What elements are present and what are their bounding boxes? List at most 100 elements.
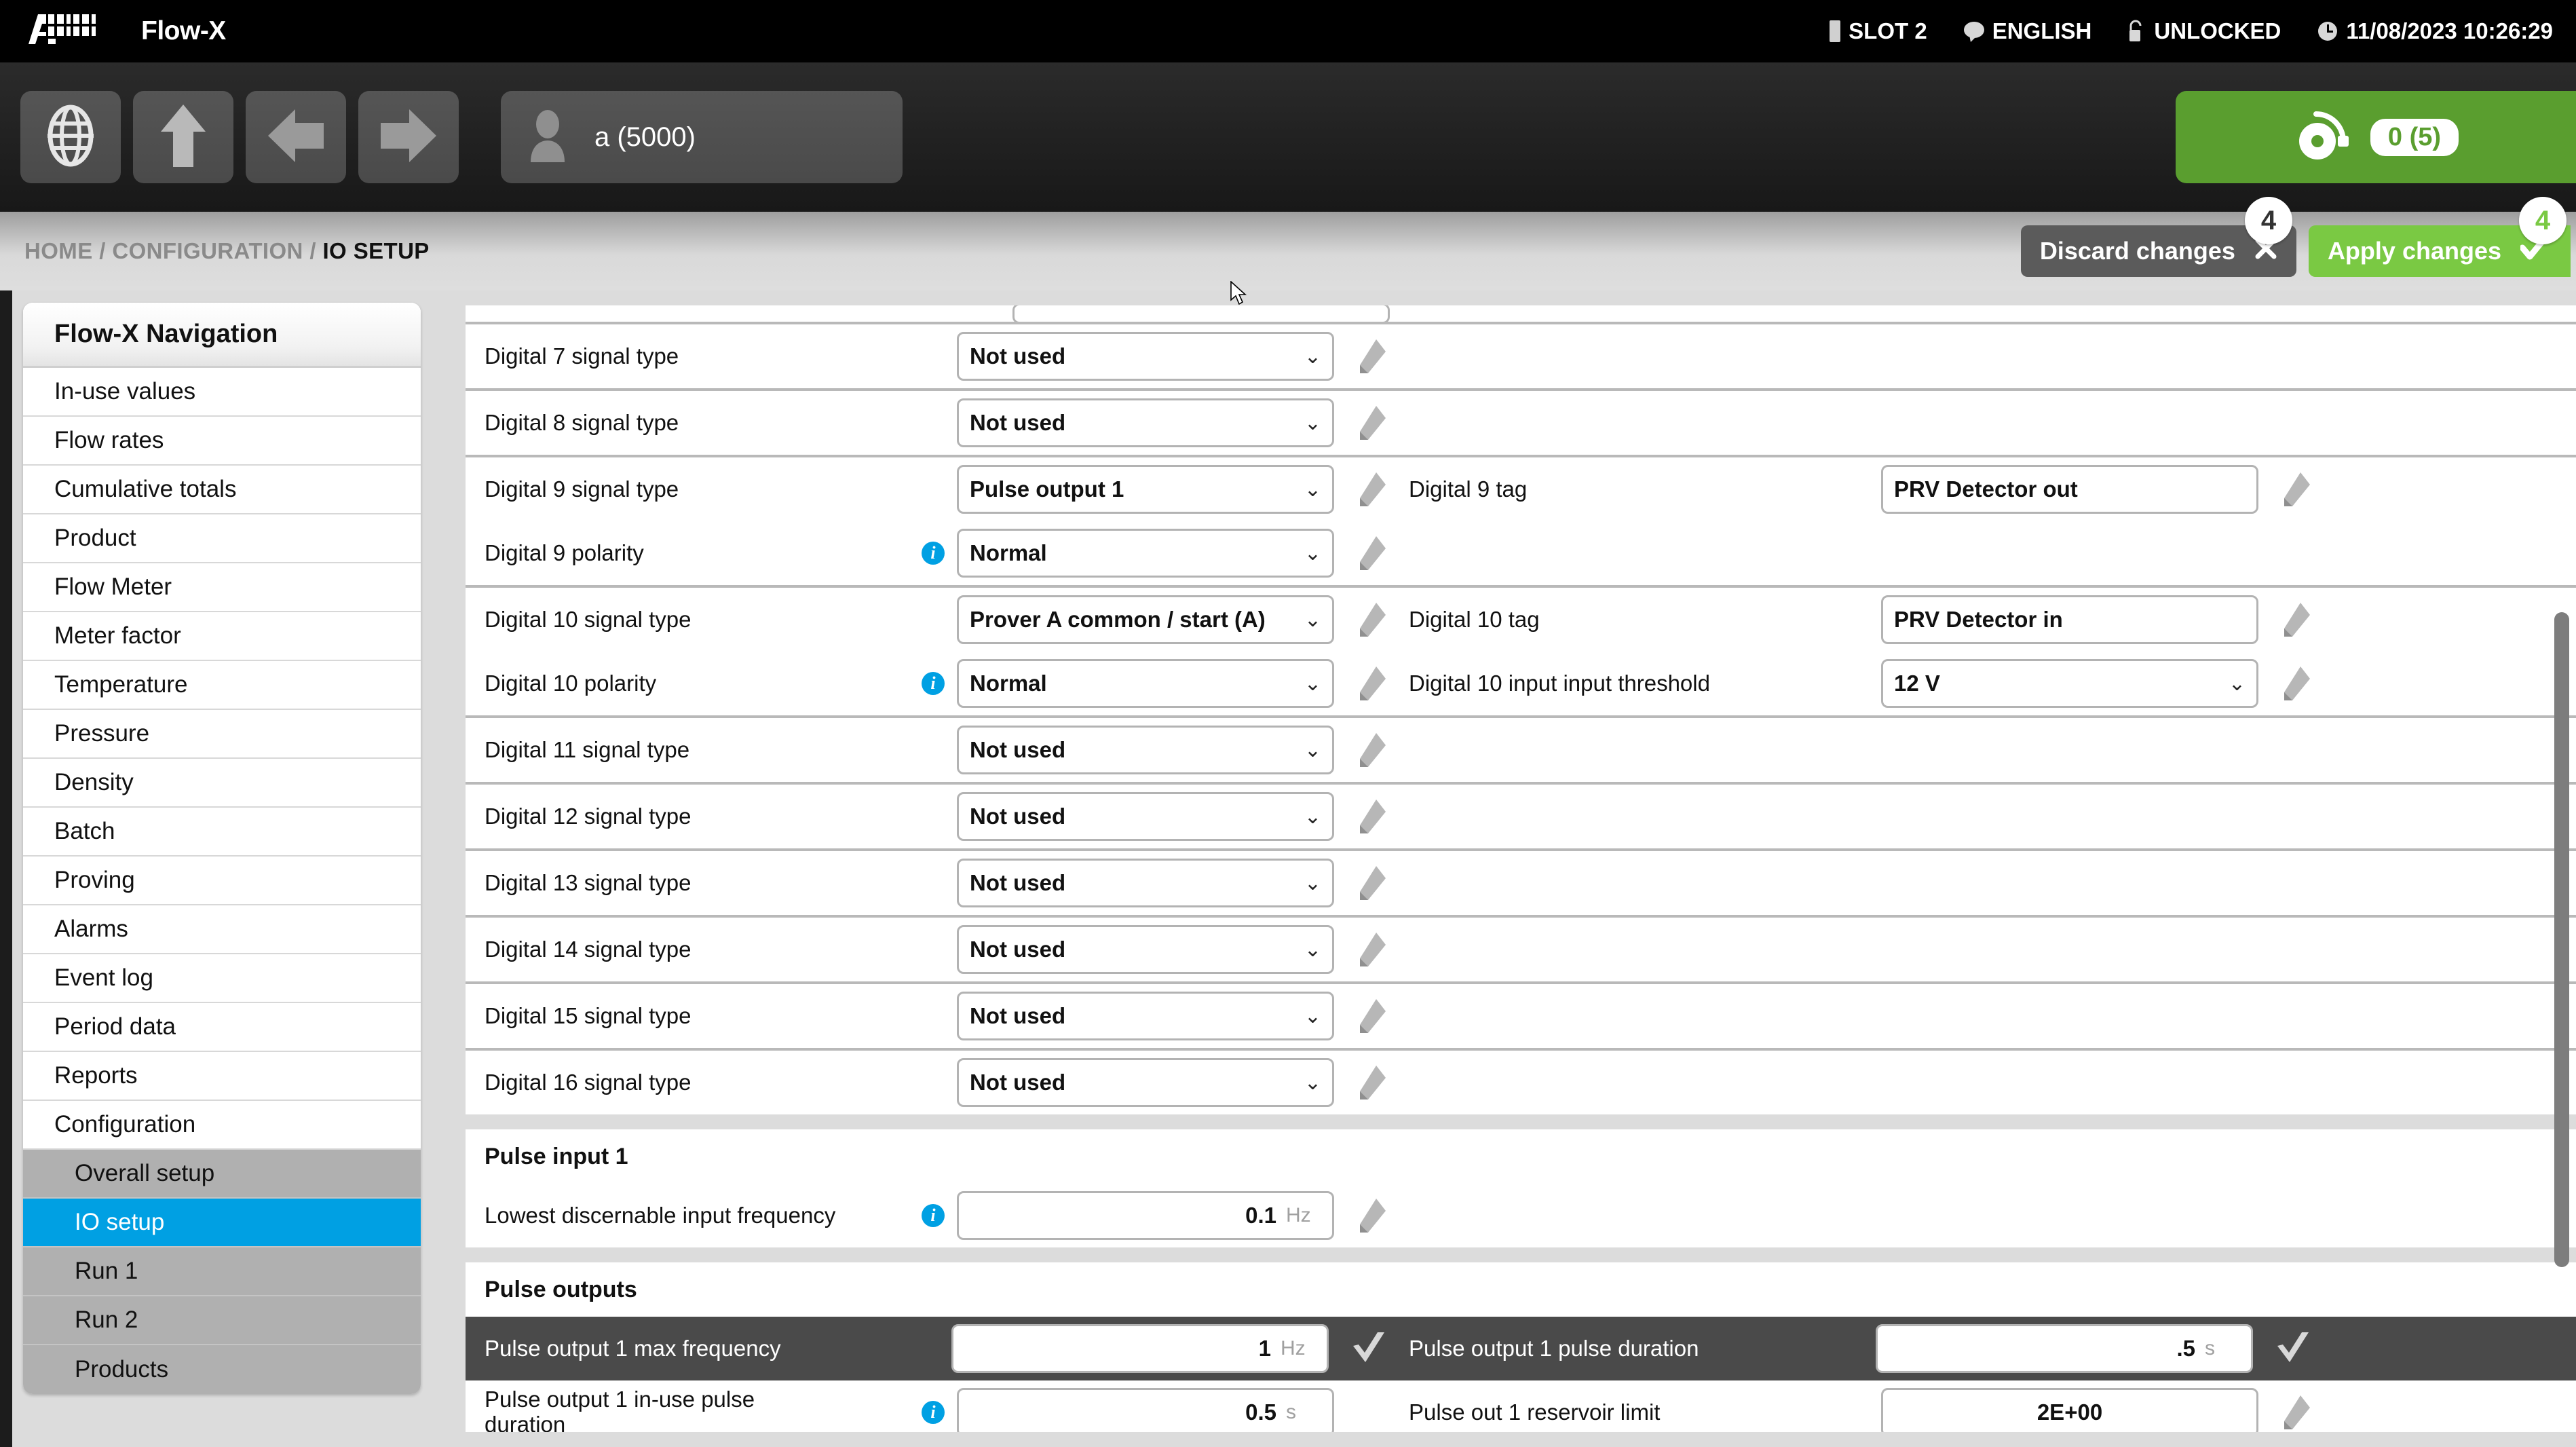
edit-pencil-icon[interactable] [1356,664,1390,703]
scrollbar-thumb[interactable] [2554,612,2569,1267]
sidebar-item-label: Cumulative totals [54,476,237,502]
digital-9-tag-input[interactable]: PRV Detector out [1881,465,2258,514]
digital-11-signal-type-select[interactable]: Not used ⌄ [957,726,1334,774]
edit-pencil-icon[interactable] [1356,533,1390,573]
sidebar-item-alarms[interactable]: Alarms [23,905,421,954]
sidebar-item-in-use-values[interactable]: In-use values [23,368,421,417]
sidebar-item-batch[interactable]: Batch [23,808,421,857]
breadcrumb-sep-2: / [309,238,316,263]
digital-16-signal-type-select[interactable]: Not used ⌄ [957,1058,1334,1107]
sidebar-item-run-2[interactable]: Run 2 [23,1296,421,1345]
sidebar-item-product[interactable]: Product [23,514,421,563]
digital-15-signal-type-select[interactable]: Not used ⌄ [957,992,1334,1040]
edit-pencil-icon[interactable] [1356,337,1390,376]
up-button[interactable] [133,91,233,183]
digital-7-signal-type-select[interactable]: Not used ⌄ [957,332,1334,381]
mouse-cursor [1230,280,1248,310]
info-icon[interactable]: i [922,542,945,565]
table-row: Digital 13 signal type Not used ⌄ [466,848,2576,915]
sidebar-item-run-1[interactable]: Run 1 [23,1247,421,1296]
sidebar-item-overall-setup[interactable]: Overall setup [23,1150,421,1199]
sidebar-item-flow-meter[interactable]: Flow Meter [23,563,421,612]
digital-8-signal-type-select[interactable]: Not used ⌄ [957,398,1334,447]
lowest-discernable-input-frequency-input[interactable]: 0.1 Hz [957,1191,1334,1240]
edit-pencil-icon[interactable] [2280,664,2314,703]
sidebar-item-label: Event log [54,964,153,991]
user-button[interactable]: a (5000) [501,91,903,183]
select-value: Not used [970,804,1066,829]
sidebar-item-period-data[interactable]: Period data [23,1003,421,1052]
alarm-button[interactable]: 0 (5) [2176,91,2576,183]
sidebar-item-temperature[interactable]: Temperature [23,661,421,710]
row-label: Pulse out 1 reservoir limit [1409,1399,1661,1425]
edit-pencil-icon[interactable] [1356,470,1390,509]
edit-pencil-icon[interactable] [1356,730,1390,770]
confirm-check-icon[interactable] [2275,1328,2314,1370]
sidebar-item-cumulative-totals[interactable]: Cumulative totals [23,466,421,514]
sidebar-item-io-setup[interactable]: IO setup [23,1199,421,1247]
sidebar-item-reports[interactable]: Reports [23,1052,421,1101]
discard-changes-button[interactable]: Discard changes 4 [2020,197,2296,277]
edit-pencil-icon[interactable] [1356,863,1390,903]
digital-10-tag-cell: Digital 10 tag PRV Detector in [1390,588,2314,652]
lowest-frequency-cell: Lowest discernable input frequency i 0.1… [466,1184,1390,1247]
digital-13-signal-type-select[interactable]: Not used ⌄ [957,859,1334,907]
sidebar-item-proving[interactable]: Proving [23,857,421,905]
digital-10-input-threshold-select[interactable]: 12 V ⌄ [1881,659,2258,708]
edit-pencil-icon[interactable] [2280,600,2314,639]
breadcrumb-configuration[interactable]: CONFIGURATION [112,238,303,263]
pulse-output-1-max-frequency-input[interactable]: 1 Hz [951,1324,1329,1373]
back-button[interactable] [246,91,346,183]
edit-pencil-icon[interactable] [1356,403,1390,443]
edit-pencil-icon[interactable] [2280,470,2314,509]
signal-type-select[interactable] [1012,305,1390,322]
digital-14-signal-type-select[interactable]: Not used ⌄ [957,925,1334,974]
sidebar-item-flow-rates[interactable]: Flow rates [23,417,421,466]
digital-10-type-cell: Digital 10 signal type Prover A common /… [466,588,1390,652]
edit-pencil-icon[interactable] [1356,996,1390,1036]
breadcrumb-home[interactable]: HOME [24,238,93,263]
sidebar-item-label: Flow Meter [54,574,172,600]
select-value: Pulse output 1 [970,476,1124,502]
digital-10-signal-type-select[interactable]: Prover A common / start (A) ⌄ [957,595,1334,644]
user-label: a (5000) [594,121,696,152]
row-label: Digital 14 signal type [485,936,692,962]
edit-pencil-icon[interactable] [2280,1393,2314,1432]
edit-pencil-icon[interactable] [1356,600,1390,639]
status-strip: SLOT 2 ENGLISH UNLOCKED 11/08/2023 10:26… [1828,18,2553,44]
forward-button[interactable] [358,91,459,183]
table-row: Digital 9 polarity i Normal ⌄ [466,521,2576,585]
info-icon[interactable]: i [922,1204,945,1227]
apply-changes-button[interactable]: Apply changes 4 [2308,197,2571,277]
digital-9-signal-type-select[interactable]: Pulse output 1 ⌄ [957,465,1334,514]
info-icon[interactable]: i [922,672,945,695]
edit-pencil-icon[interactable] [1356,930,1390,969]
sidebar-item-pressure[interactable]: Pressure [23,710,421,759]
edit-pencil-icon[interactable] [1356,1063,1390,1102]
digital-10-polarity-select[interactable]: Normal ⌄ [957,659,1334,708]
breadcrumb-current: IO SETUP [322,238,430,263]
digital-12-signal-type-select[interactable]: Not used ⌄ [957,792,1334,841]
sidebar-item-meter-factor[interactable]: Meter factor [23,612,421,661]
digital-9-polarity-select[interactable]: Normal ⌄ [957,529,1334,578]
sidebar-item-label: Configuration [54,1111,196,1138]
row-label: Digital 10 tag [1409,606,1540,632]
po1-pulse-duration-cell: Pulse output 1 pulse duration .5 s [1390,1317,2314,1380]
info-icon[interactable]: i [922,1401,945,1424]
pulse-output-1-pulse-duration-input[interactable]: .5 s [1876,1324,2253,1373]
digital-10-tag-input[interactable]: PRV Detector in [1881,595,2258,644]
sidebar-item-event-log[interactable]: Event log [23,954,421,1003]
sidebar-item-products[interactable]: Products [23,1345,421,1394]
edit-pencil-icon[interactable] [1356,797,1390,836]
edit-pencil-icon[interactable] [1356,1196,1390,1235]
digital-10-polarity-cell: Digital 10 polarity i Normal ⌄ [466,652,1390,715]
language-button[interactable] [20,91,121,183]
confirm-check-icon[interactable] [1350,1328,1390,1370]
apply-changes-badge: 4 [2519,197,2566,244]
sidebar-item-configuration[interactable]: Configuration [23,1101,421,1150]
sim-card-icon [1828,20,1842,43]
content-scrollbar[interactable] [2554,305,2569,1432]
sidebar-item-density[interactable]: Density [23,759,421,808]
pulse-output-1-in-use-pulse-duration-input[interactable]: 0.5 s [957,1388,1334,1432]
pulse-out-1-reservoir-limit-input[interactable]: 2E+00 [1881,1388,2258,1432]
